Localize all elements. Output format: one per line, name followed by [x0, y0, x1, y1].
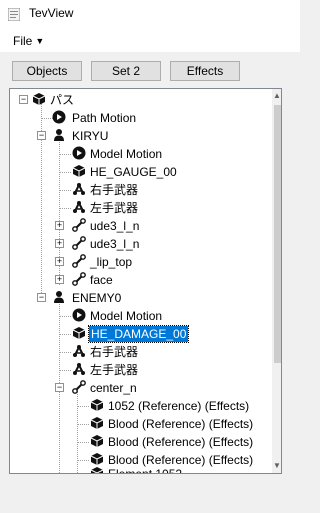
dropdown-arrow-icon: ▼: [35, 36, 45, 46]
tree-node-effect[interactable]: Blood (Reference) (Effects): [10, 415, 281, 433]
tree-node-face[interactable]: + face: [10, 271, 281, 289]
tree-node-path-motion[interactable]: Path Motion: [10, 109, 281, 127]
tree-node-model-motion[interactable]: Model Motion: [10, 145, 281, 163]
collapse-toggle[interactable]: −: [55, 383, 64, 392]
tree-node-label: ENEMY0: [72, 291, 122, 305]
person-icon: [54, 291, 64, 303]
tree-node-he-gauge[interactable]: HE_GAUGE_00: [10, 163, 281, 181]
cube-icon: [72, 165, 86, 177]
cube-icon: [90, 417, 104, 429]
tree-connector: [77, 460, 89, 461]
tree-node-ude3-l[interactable]: + ude3_l_n: [10, 217, 281, 235]
tree-node-label: Model Motion: [90, 309, 163, 323]
tree-node-label: center_n: [90, 381, 137, 395]
tree-node-label: KIRYU: [72, 129, 109, 143]
tree-connector: [59, 316, 71, 317]
tree-node-effect[interactable]: Blood (Reference) (Effects): [10, 433, 281, 451]
window-title: TevView: [29, 6, 74, 20]
expand-toggle[interactable]: +: [55, 221, 64, 230]
collapse-toggle[interactable]: −: [37, 293, 46, 302]
tree-node-label: 右手武器: [90, 345, 139, 359]
expand-toggle[interactable]: +: [55, 257, 64, 266]
tree-node-effect[interactable]: Element 1052: [10, 465, 281, 474]
tree-node-model-motion[interactable]: Model Motion: [10, 307, 281, 325]
play-icon: [72, 146, 86, 160]
tree-node-kiryu[interactable]: − KIRYU: [10, 127, 281, 145]
bones-icon: [73, 362, 85, 375]
bone-icon: [72, 218, 86, 232]
tree-node-label-selected: HE_DAMAGE_00: [87, 325, 190, 343]
tree-node-label: 1052 (Reference) (Effects): [108, 399, 250, 413]
scrollbar-thumb[interactable]: [274, 105, 281, 363]
expand-toggle[interactable]: +: [55, 239, 64, 248]
tree-node-lip-top[interactable]: + _lip_top: [10, 253, 281, 271]
tree-connector: [59, 154, 71, 155]
cube-icon: [72, 327, 86, 339]
tree-node-label: 右手武器: [90, 183, 139, 197]
tree-node-effect[interactable]: 1052 (Reference) (Effects): [10, 397, 281, 415]
bone-icon: [72, 380, 86, 394]
tree-node-label: パス: [50, 93, 75, 107]
cube-icon: [90, 453, 104, 465]
bone-icon: [72, 254, 86, 268]
objects-button[interactable]: Objects: [12, 61, 82, 81]
bones-icon: [73, 182, 85, 195]
tree-node-label: Model Motion: [90, 147, 163, 161]
play-icon: [52, 110, 66, 124]
object-tree[interactable]: − パス Path Motion − KIRYU Model Motion HE…: [9, 88, 282, 474]
tree-node-label: HE_GAUGE_00: [90, 165, 177, 179]
tree-connector: [59, 334, 71, 335]
tree-node-label: Blood (Reference) (Effects): [108, 417, 254, 431]
cube-icon: [90, 435, 104, 447]
menu-bar: File ▼: [0, 30, 300, 52]
set2-button[interactable]: Set 2: [91, 61, 161, 81]
expand-toggle[interactable]: +: [55, 275, 64, 284]
tree-connector: [59, 352, 71, 353]
play-icon: [72, 308, 86, 322]
tree-node-label: Blood (Reference) (Effects): [108, 435, 254, 449]
tree-node-enemy0[interactable]: − ENEMY0: [10, 289, 281, 307]
tree-node-label: Element 1052: [108, 467, 183, 474]
tree-node-label: ude3_l_n: [90, 219, 140, 233]
tree-connector: [59, 190, 71, 191]
title-bar: TevView: [0, 0, 300, 30]
tree-node-label: _lip_top: [90, 255, 133, 269]
vertical-scrollbar[interactable]: ▲ ▼: [272, 89, 281, 473]
bone-icon: [72, 236, 86, 250]
tree-node-label: face: [90, 273, 113, 287]
scroll-down-icon[interactable]: ▼: [272, 459, 281, 473]
person-icon: [54, 129, 64, 141]
tree-node-label: ude3_l_n: [90, 237, 140, 251]
tree-node-right-weapon[interactable]: 右手武器: [10, 181, 281, 199]
collapse-toggle[interactable]: −: [19, 95, 28, 104]
tree-node-right-weapon[interactable]: 右手武器: [10, 343, 281, 361]
bone-icon: [72, 272, 86, 286]
tree-node-label: 左手武器: [90, 363, 139, 377]
cube-icon: [90, 399, 104, 411]
tree-connector: [59, 172, 71, 173]
app-icon: [8, 8, 20, 21]
scroll-up-icon[interactable]: ▲: [272, 89, 281, 103]
file-menu-label: File: [13, 34, 33, 48]
bones-icon: [73, 344, 85, 357]
tree-connector: [77, 406, 89, 407]
tree-node-left-weapon[interactable]: 左手武器: [10, 361, 281, 379]
effects-button[interactable]: Effects: [170, 61, 240, 81]
cube-icon: [32, 93, 46, 105]
tree-node-root[interactable]: − パス: [10, 91, 281, 109]
collapse-toggle[interactable]: −: [37, 131, 46, 140]
tree-node-label: 左手武器: [90, 201, 139, 215]
tree-node-left-weapon[interactable]: 左手武器: [10, 199, 281, 217]
tree-node-ude3-r[interactable]: + ude3_l_n: [10, 235, 281, 253]
tree-connector: [59, 370, 71, 371]
tree-node-center[interactable]: − center_n: [10, 379, 281, 397]
tree-node-he-damage[interactable]: HE_DAMAGE_00: [10, 325, 281, 343]
tree-connector: [59, 208, 71, 209]
bones-icon: [73, 200, 85, 213]
file-menu[interactable]: File ▼: [13, 34, 44, 48]
cube-icon: [90, 467, 104, 473]
tree-connector: [77, 424, 89, 425]
tree-connector: [77, 442, 89, 443]
tree-node-label: Path Motion: [72, 111, 137, 125]
